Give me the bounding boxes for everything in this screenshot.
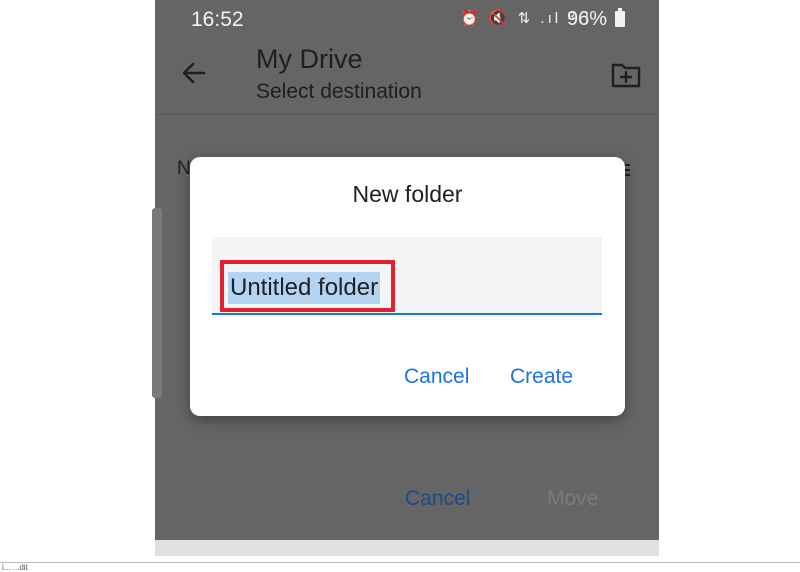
- battery-icon: [615, 8, 625, 27]
- dialog-cancel-button[interactable]: Cancel: [404, 365, 469, 389]
- new-folder-icon[interactable]: [611, 62, 641, 88]
- bottom-strip: [155, 540, 659, 556]
- app-bar-divider: [155, 114, 659, 115]
- bottom-cancel-button[interactable]: Cancel: [405, 487, 470, 511]
- status-time: 16:52: [191, 8, 244, 31]
- back-arrow-icon[interactable]: [179, 58, 209, 88]
- dialog-title: New folder: [352, 181, 463, 207]
- status-bar: 16:52 ⏰ 🔇 ⇅ .ıl ᴿıl 96%: [155, 0, 659, 40]
- list-header-label: N: [177, 158, 191, 179]
- create-button[interactable]: Create: [510, 365, 573, 389]
- battery-percentage: 96%: [567, 8, 608, 30]
- page-subtitle: Select destination: [256, 80, 422, 103]
- side-panel-edge: [152, 208, 162, 398]
- move-button[interactable]: Move: [547, 487, 598, 511]
- app-bar: My Drive Select destination: [155, 40, 659, 114]
- annotation-highlight-box: [220, 260, 395, 312]
- page-title: My Drive: [256, 44, 363, 74]
